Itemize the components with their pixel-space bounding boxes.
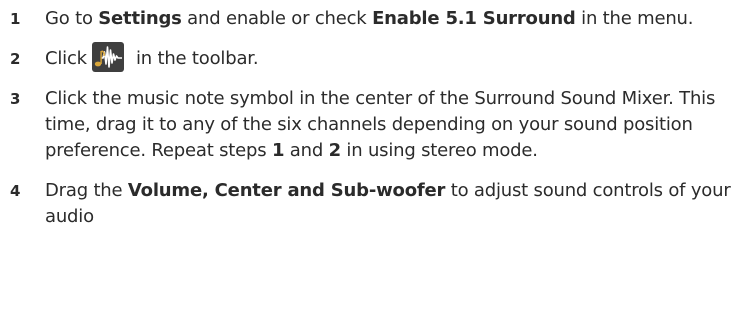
step-number: 1: [10, 10, 21, 28]
text-run: Go to: [45, 8, 99, 29]
step-text: Drag the Volume, Center and Sub-woofer t…: [45, 178, 732, 230]
step-text: Click in the toolbar.: [45, 42, 732, 72]
step-1: 1 Go to Settings and enable or check Ena…: [8, 6, 732, 32]
step-reference: 2: [328, 140, 342, 161]
text-run: in using stereo mode.: [340, 140, 538, 161]
settings-menu-label: Settings: [98, 8, 182, 29]
step-3: 3 Click the music note symbol in the cen…: [8, 86, 732, 164]
audio-controls-label: Volume, Center and Sub-woofer: [127, 180, 446, 201]
step-text: Go to Settings and enable or check Enabl…: [45, 6, 732, 32]
music-note-head: [95, 61, 102, 67]
text-run: and: [284, 140, 329, 161]
music-note-stem: [100, 51, 103, 64]
step-number: 4: [10, 182, 21, 200]
step-4: 4 Drag the Volume, Center and Sub-woofer…: [8, 178, 732, 230]
text-run: and enable or check: [181, 8, 373, 29]
text-run: in the toolbar.: [130, 48, 259, 69]
text-run: Click: [45, 48, 93, 69]
step-reference: 1: [271, 140, 285, 161]
step-text: Click the music note symbol in the cente…: [45, 86, 732, 164]
instruction-steps: 1 Go to Settings and enable or check Ena…: [8, 6, 732, 244]
text-run: in the menu.: [575, 8, 694, 29]
step-number: 3: [10, 90, 21, 108]
enable-surround-option-label: Enable 5.1 Surround: [372, 8, 576, 29]
step-2: 2 Click in the toolbar.: [8, 42, 732, 72]
surround-sound-mixer-icon: [92, 42, 125, 72]
text-run: Drag the: [45, 180, 128, 201]
step-number: 2: [10, 50, 21, 68]
